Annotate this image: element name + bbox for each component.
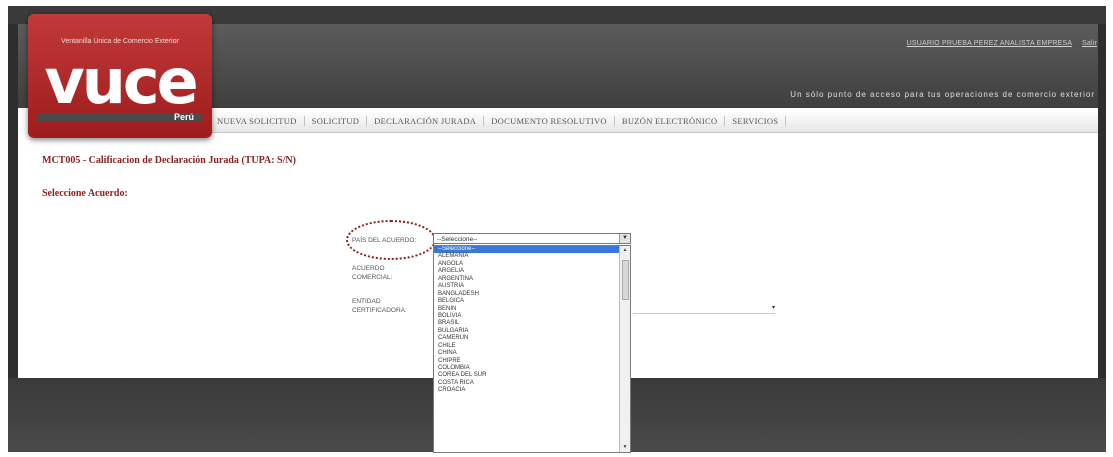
dropdown-option[interactable]: BENIN (434, 306, 620, 313)
nav-documento-resolutivo[interactable]: DOCUMENTO RESOLUTIVO (484, 116, 615, 126)
section-label: Seleccione Acuerdo: (42, 188, 128, 199)
scroll-down-icon[interactable]: ▼ (620, 443, 630, 452)
header-tagline: Un sólo punto de acceso para tus operaci… (790, 90, 1095, 99)
logo-country: Perú (173, 112, 194, 122)
dropdown-option[interactable]: CHILE (434, 343, 620, 350)
entidad-label-line2: CERTIFICADORA: (352, 307, 407, 314)
dropdown-options: --Seleccione-- ALEMANIA ANGOLA ARGELIA ARGEN… (434, 246, 620, 395)
nav-nueva-solicitud[interactable]: NUEVA SOLICITUD (210, 116, 305, 126)
dropdown-option[interactable]: ANGOLA (434, 261, 620, 268)
dropdown-option[interactable]: ARGELIA (434, 268, 620, 275)
logout-link[interactable]: Salir (1082, 40, 1097, 47)
acuerdo-label: ACUERDO COMERCIAL: (352, 264, 392, 282)
logo-word: vuce (44, 45, 198, 118)
pais-dropdown-list[interactable]: --Seleccione-- ALEMANIA ANGOLA ARGELIA ARGEN… (433, 245, 631, 453)
highlight-ellipse (346, 220, 436, 260)
nav-declaracion-jurada[interactable]: DECLARACIÓN JURADA (367, 116, 485, 126)
pais-select-value: --Seleccione-- (437, 236, 478, 243)
dropdown-option[interactable]: CHIPRE (434, 358, 620, 365)
entidad-label: ENTIDAD CERTIFICADORA: (352, 297, 407, 315)
nav-solicitud[interactable]: SOLICITUD (305, 116, 368, 126)
scroll-thumb[interactable] (622, 260, 629, 300)
entidad-label-line1: ENTIDAD (352, 298, 381, 305)
acuerdo-label-line2: COMERCIAL: (352, 274, 393, 281)
chevron-down-icon: ▾ (771, 305, 775, 311)
dropdown-option[interactable]: BRASIL (434, 320, 620, 327)
nav-buzon-electronico[interactable]: BUZÓN ELECTRÓNICO (615, 116, 726, 126)
dropdown-option[interactable]: --Seleccione-- (434, 246, 620, 254)
acuerdo-label-line1: ACUERDO (352, 265, 385, 272)
dropdown-option[interactable]: CAMERUN (434, 335, 620, 342)
nav-servicios[interactable]: SERVICIOS (725, 116, 787, 126)
dropdown-option[interactable]: AUSTRIA (434, 283, 620, 290)
dropdown-option[interactable]: ALEMANIA (434, 253, 620, 260)
dropdown-option[interactable]: COSTA RICA (434, 380, 620, 387)
page-title: MCT005 - Calificacion de Declaración Jur… (42, 155, 296, 166)
entidad-select[interactable]: ▾ (633, 303, 775, 314)
pais-select[interactable]: --Seleccione-- ▼ (433, 233, 631, 244)
dropdown-option[interactable]: CROACIA (434, 387, 620, 394)
header-top-links: USUARIO PRUEBA PEREZ ANALISTA EMPRESA Sa… (899, 40, 1097, 47)
dropdown-option[interactable]: BOLIVIA (434, 313, 620, 320)
dropdown-scrollbar[interactable]: ▲ ▼ (619, 246, 630, 452)
dropdown-option[interactable]: BULGARIA (434, 328, 620, 335)
main-nav: NUEVA SOLICITUD SOLICITUD DECLARACIÓN JU… (210, 110, 1098, 133)
dropdown-option[interactable]: COLOMBIA (434, 365, 620, 372)
dropdown-option[interactable]: COREA DEL SUR (434, 372, 620, 379)
user-link[interactable]: USUARIO PRUEBA PEREZ ANALISTA EMPRESA (907, 40, 1072, 47)
chevron-down-icon[interactable]: ▼ (619, 234, 630, 243)
dropdown-option[interactable]: BANGLADESH (434, 291, 620, 298)
dropdown-option[interactable]: ARGENTINA (434, 276, 620, 283)
dropdown-option[interactable]: CHINA (434, 350, 620, 357)
dropdown-option[interactable]: BELGICA (434, 298, 620, 305)
vuce-logo[interactable]: Ventanilla Única de Comercio Exterior vu… (28, 14, 212, 138)
scroll-up-icon[interactable]: ▲ (620, 246, 630, 255)
